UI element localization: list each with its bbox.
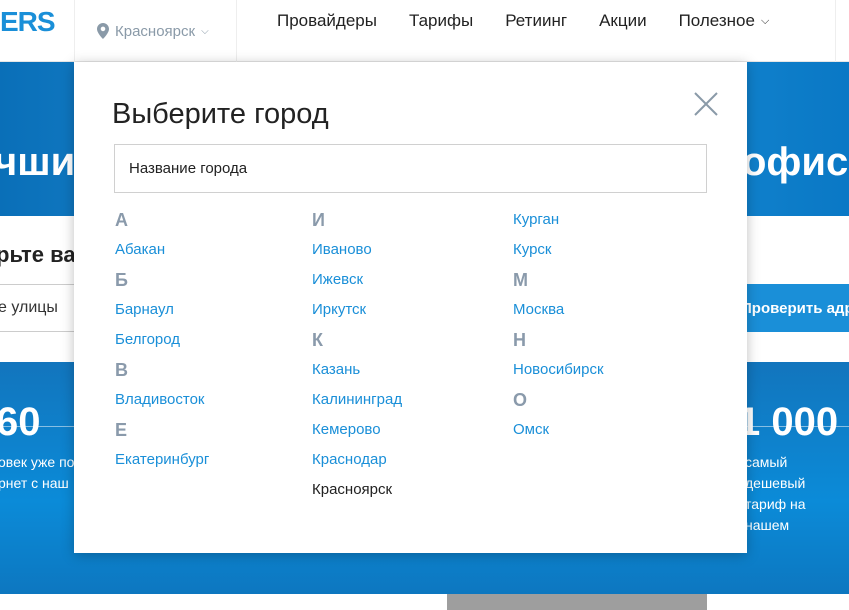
city-column-2: И Иваново Ижевск Иркутск К Казань Калининград К… (312, 207, 502, 507)
chevron-down-icon: ⌵ (760, 14, 770, 27)
nav-providers[interactable]: Провайдеры (277, 11, 377, 31)
stat-right-divider (747, 426, 849, 427)
footer-block (447, 594, 707, 610)
city-link[interactable]: Владивосток (115, 387, 305, 417)
site-header: ERS Красноярск ⌵ Провайдеры Тарифы Ретии… (0, 0, 849, 62)
nav-tariffs[interactable]: Тарифы (409, 11, 473, 31)
alphabet-letter-heading: Е (115, 420, 128, 440)
city-column-3: Курган Курск М Москва Н Новосибирск О Омск (513, 207, 703, 447)
stat-right-line2: тариф на нашем (745, 496, 806, 533)
stat-left-number: 60 (0, 400, 41, 444)
alphabet-letter-heading: Н (513, 330, 526, 350)
city-link[interactable]: Ижевск (312, 267, 502, 297)
stat-right-number: 1 000 (738, 400, 839, 444)
city-search-input[interactable] (114, 144, 707, 193)
modal-title: Выберите город (112, 98, 329, 130)
city-link[interactable]: Кемерово (312, 417, 502, 447)
nav-useful[interactable]: Полезное ⌵ (679, 11, 770, 31)
city-link[interactable]: Иваново (312, 237, 502, 267)
nav-useful-label: Полезное (678, 11, 755, 30)
chevron-down-icon: ⌵ (201, 25, 209, 37)
alphabet-letter-heading: Б (115, 270, 128, 290)
alphabet-letter-heading: О (513, 390, 528, 410)
stat-left-line1: овек уже по (0, 454, 75, 470)
stat-left-line2: рнет с наш (0, 475, 69, 491)
city-link[interactable]: Абакан (115, 237, 305, 267)
site-logo[interactable]: ERS (0, 6, 56, 38)
alphabet-letter-heading: К (312, 330, 323, 350)
city-link[interactable]: Казань (312, 357, 502, 387)
stat-left-text: овек уже по рнет с наш (0, 452, 74, 494)
alphabet-letter-heading: М (513, 270, 528, 290)
city-link-selected[interactable]: Красноярск (312, 477, 502, 507)
nav-promotions[interactable]: Акции (599, 11, 647, 31)
city-link[interactable]: Курск (513, 237, 703, 267)
alphabet-letter-heading: В (115, 360, 128, 380)
city-column-1: А Абакан Б Барнаул Белгород В Владивосток Е Екат… (115, 207, 305, 477)
city-link[interactable]: Барнаул (115, 297, 305, 327)
location-pin-icon (97, 23, 109, 39)
stat-right-line1: самый дешевый (745, 454, 806, 491)
city-link[interactable]: Белгород (115, 327, 305, 357)
nav-rating[interactable]: Ретиинг (505, 11, 567, 31)
main-nav: Провайдеры Тарифы Ретиинг Акции Полезное… (277, 0, 801, 42)
check-address-button[interactable]: Проверить адрес (735, 284, 849, 332)
city-link[interactable]: Краснодар (312, 447, 502, 477)
hero-text-left: чши (0, 140, 76, 184)
city-link[interactable]: Курган (513, 207, 703, 237)
header-divider (835, 0, 836, 62)
close-icon[interactable] (693, 91, 719, 117)
city-link[interactable]: Омск (513, 417, 703, 447)
city-link[interactable]: Екатеринбург (115, 447, 305, 477)
city-link[interactable]: Новосибирск (513, 357, 703, 387)
city-link[interactable]: Москва (513, 297, 703, 327)
hero-text-right: офиса (742, 140, 849, 184)
city-link[interactable]: Калининград (312, 387, 502, 417)
city-link[interactable]: Иркутск (312, 297, 502, 327)
alphabet-letter-heading: И (312, 210, 325, 230)
current-city-label: Красноярск (115, 22, 196, 40)
city-select-modal: Выберите город А Абакан Б БарнаулБелгород ВВ… (74, 62, 747, 553)
alphabet-letter-heading: А (115, 210, 128, 230)
street-input[interactable]: е улицы (0, 284, 78, 332)
city-selector[interactable]: Красноярск ⌵ (74, 0, 237, 62)
stat-right-text: самый дешевый тариф на нашем (745, 452, 849, 536)
check-address-heading: рьте ва (0, 242, 76, 267)
stat-left-divider (0, 426, 74, 427)
